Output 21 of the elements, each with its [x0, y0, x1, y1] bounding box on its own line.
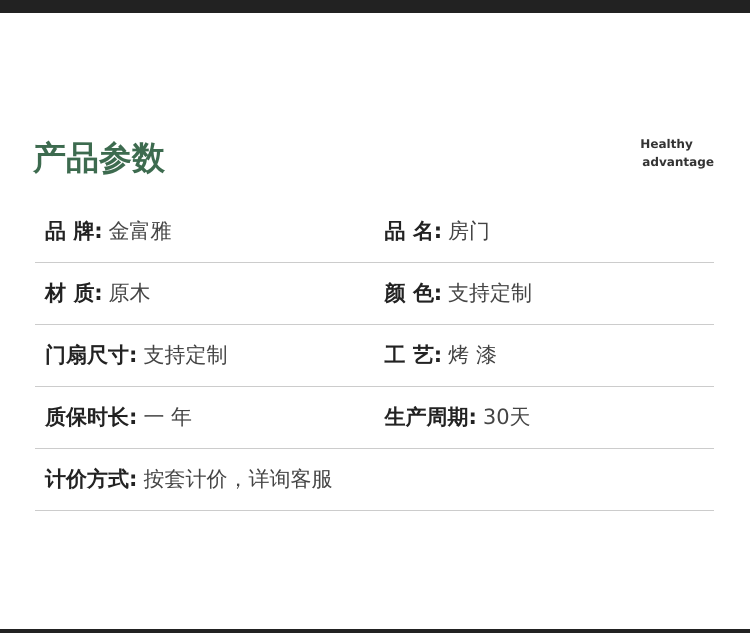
param-label: 品 名:: [384, 218, 442, 245]
param-value: 烤 漆: [448, 342, 497, 369]
param-label: 材 质:: [45, 280, 103, 307]
param-value: 30天: [482, 404, 531, 431]
param-value: 支持定制: [448, 280, 532, 307]
param-value: 支持定制: [143, 342, 228, 369]
param-value: 金富雅: [108, 218, 172, 245]
param-label: 计价方式:: [45, 466, 138, 493]
param-label: 品 牌:: [45, 218, 103, 245]
param-label: 工 艺:: [384, 342, 442, 369]
tagline-text: Healthy: [640, 136, 694, 153]
param-value: 原木: [108, 280, 151, 307]
param-value: 房门: [448, 218, 490, 245]
tagline-text: advantage: [642, 154, 714, 171]
param-value: 一 年: [143, 404, 192, 431]
param-value: 按套计价，详询客服: [143, 466, 332, 493]
section-title: 产品参数: [33, 141, 165, 174]
param-label: 生产周期:: [384, 404, 477, 431]
param-label: 质保时长:: [45, 404, 138, 431]
param-label: 颜 色:: [384, 280, 442, 307]
param-label: 门扇尺寸:: [45, 342, 138, 369]
